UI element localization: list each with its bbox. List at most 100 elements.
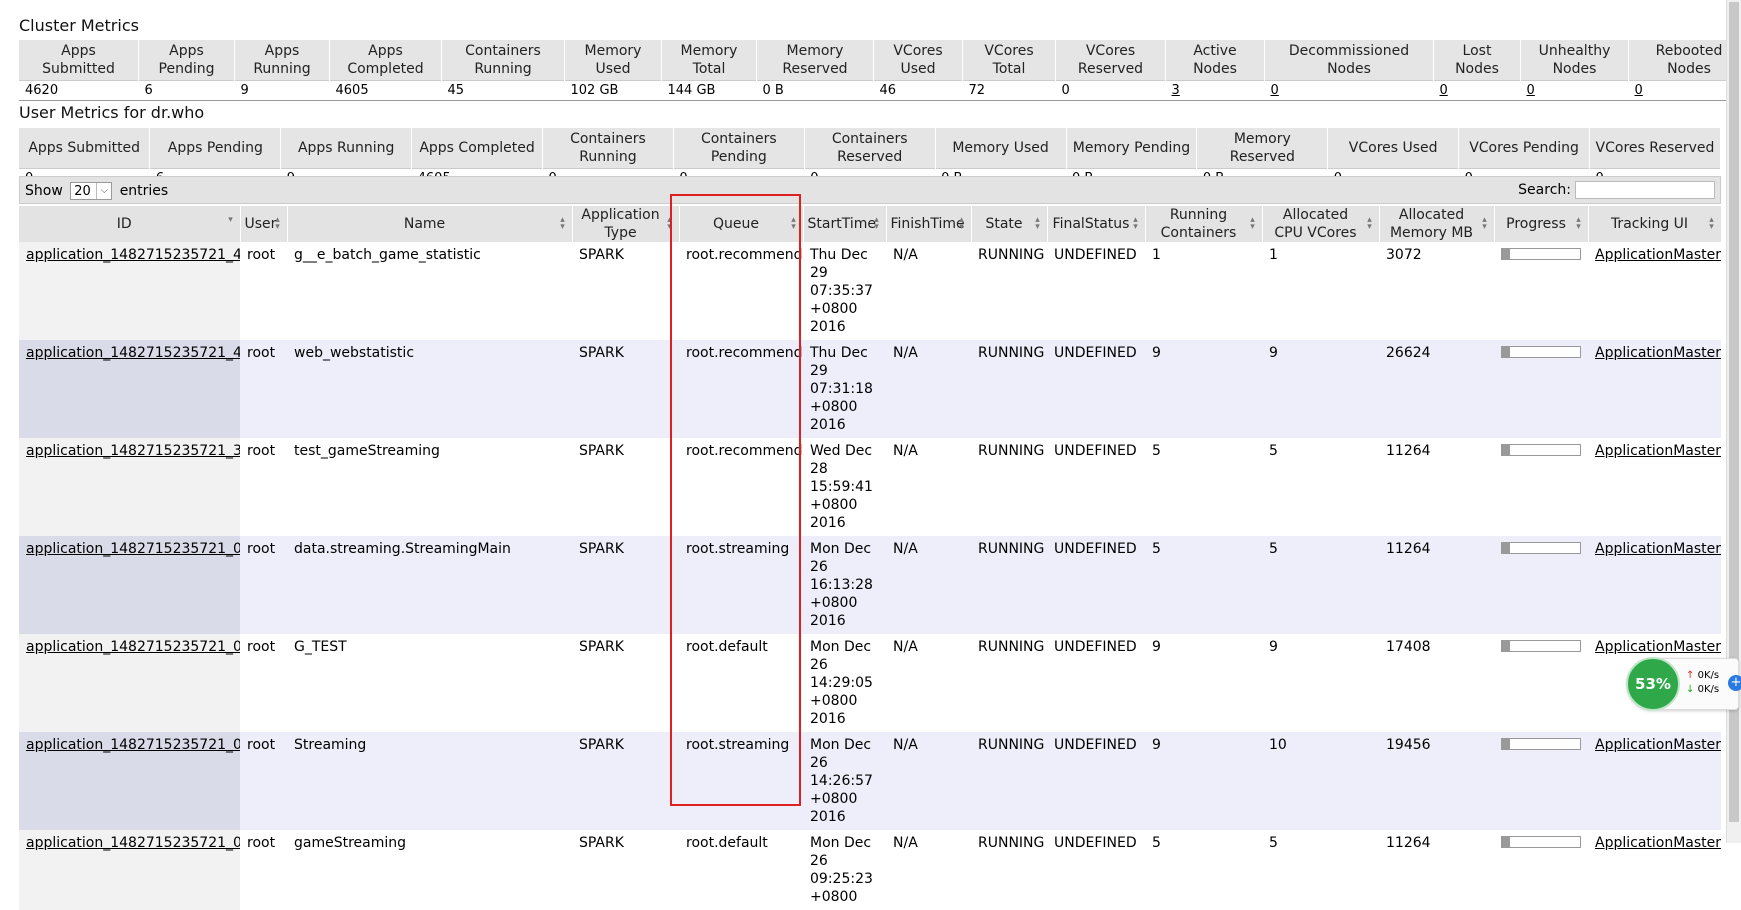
cell-start: Wed Dec 28 15:59:41 +0800 2016 [803,438,886,536]
cell-type: SPARK [572,634,679,732]
user-metric-header: Memory Reserved [1197,128,1328,169]
header-line: Unhealthy [1525,42,1624,60]
cell-queue: root.default [679,634,803,732]
column-header[interactable]: User▴▾ [240,206,287,242]
column-header[interactable]: Allocated CPU VCores▴▾ [1262,206,1379,242]
application-id-link[interactable]: application_1482715235721_0040 [26,835,240,851]
cell-containers: 9 [1145,634,1262,732]
node-count-link[interactable]: 3 [1172,83,1180,98]
cell-progress [1494,340,1588,438]
column-header[interactable]: Queue▴▾ [679,206,803,242]
application-id-link[interactable]: application_1482715235721_4426 [26,345,240,361]
cell-id: application_1482715235721_0040 [19,830,240,910]
column-header[interactable]: ID▾ [19,206,240,242]
column-header[interactable]: Name▴▾ [287,206,572,242]
cell-finish: N/A [886,732,971,830]
applications-table: ID▾User▴▾Name▴▾Application Type▴▾Queue▴▾… [19,206,1722,910]
column-header[interactable]: Running Containers▴▾ [1145,206,1262,242]
tracking-ui-link[interactable]: ApplicationMaster [1595,247,1721,263]
cluster-metric-header: ContainersRunning [442,40,565,81]
node-count-link[interactable]: 0 [1440,83,1448,98]
cell-finish: N/A [886,634,971,732]
tracking-ui-link[interactable]: ApplicationMaster [1595,443,1721,459]
cluster-metric-value: 0 B [757,81,874,101]
progress-fill [1502,249,1510,259]
application-id-link[interactable]: application_1482715235721_3527 [26,443,240,459]
entries-select[interactable]: 20⌵ [70,182,112,200]
start-time-text: Mon Dec 26 16:13:28 +0800 2016 [810,541,873,629]
tracking-ui-link[interactable]: ApplicationMaster [1595,835,1721,851]
tracking-ui-link[interactable]: ApplicationMaster [1595,737,1721,753]
tracking-ui-link[interactable]: ApplicationMaster [1595,639,1721,655]
application-id-link[interactable]: application_1482715235721_0354 [26,639,240,655]
cell-tracking: ApplicationMaster [1588,536,1721,634]
cell-final: UNDEFINED [1047,732,1145,830]
cell-state: RUNNING [971,340,1047,438]
column-header-label: Queue [713,216,759,232]
header-line: Nodes [1525,60,1624,78]
network-monitor-widget[interactable]: 53% ↑ 0K/s ↓ 0K/s + [1627,658,1739,710]
header-line: Nodes [1438,60,1516,78]
progress-bar [1501,640,1581,652]
header-line: Total [666,60,752,78]
user-metric-header: Containers Running [543,128,674,169]
plus-icon[interactable]: + [1728,675,1741,691]
table-row: application_1482715235721_0040rootgameSt… [19,830,1721,910]
progress-bar [1501,738,1581,750]
application-id-link[interactable]: application_1482715235721_0382 [26,541,240,557]
tracking-ui-link[interactable]: ApplicationMaster [1595,541,1721,557]
column-header[interactable]: State▴▾ [971,206,1047,242]
vertical-scrollbar[interactable] [1726,0,1741,843]
user-metric-header: Memory Used [935,128,1066,169]
cluster-metric-header: MemoryUsed [565,40,662,81]
cell-name: G_TEST [287,634,572,732]
start-time-text: Mon Dec 26 14:26:57 +0800 2016 [810,737,873,825]
node-count-link[interactable]: 0 [1271,83,1279,98]
search-input[interactable] [1575,181,1715,199]
user-metric-header: VCores Reserved [1590,128,1721,169]
cell-memory: 11264 [1379,438,1494,536]
node-count-link[interactable]: 0 [1635,83,1643,98]
cell-name: gameStreaming [287,830,572,910]
column-header[interactable]: Application Type▴▾ [572,206,679,242]
column-header[interactable]: Tracking UI▴▾ [1588,206,1721,242]
cluster-metric-value: 4605 [330,81,442,101]
column-header[interactable]: FinalStatus▴▾ [1047,206,1145,242]
cell-progress [1494,732,1588,830]
tracking-ui-link[interactable]: ApplicationMaster [1595,345,1721,361]
cluster-metric-header: VCoresUsed [874,40,963,81]
cell-vcores: 5 [1262,830,1379,910]
header-line: Decommissioned [1269,42,1429,60]
cluster-metric-header: ActiveNodes [1166,40,1265,81]
search-control: Search: [1518,181,1715,199]
cluster-metric-value: 0 [1056,81,1166,101]
cluster-metric-header: DecommissionedNodes [1265,40,1434,81]
progress-fill [1502,543,1510,553]
application-id-link[interactable]: application_1482715235721_0353 [26,737,240,753]
cell-user: root [240,732,287,830]
cell-progress [1494,830,1588,910]
user-metric-header: Containers Reserved [804,128,935,169]
column-header[interactable]: StartTime▴▾ [803,206,886,242]
progress-bar [1501,444,1581,456]
cell-tracking: ApplicationMaster [1588,438,1721,536]
cluster-metric-header: RebootedNodes [1629,40,1741,81]
node-count-link[interactable]: 0 [1527,83,1535,98]
cell-finish: N/A [886,340,971,438]
cell-start: Thu Dec 29 07:35:37 +0800 2016 [803,242,886,340]
user-metric-header: VCores Used [1328,128,1459,169]
header-line: Pending [143,60,230,78]
cell-final: UNDEFINED [1047,634,1145,732]
application-id-link[interactable]: application_1482715235721_4435 [26,247,240,263]
column-header[interactable]: FinishTime▴▾ [886,206,971,242]
column-header[interactable]: Allocated Memory MB▴▾ [1379,206,1494,242]
cell-type: SPARK [572,830,679,910]
cell-start: Mon Dec 26 14:26:57 +0800 2016 [803,732,886,830]
cell-type: SPARK [572,438,679,536]
cell-progress [1494,536,1588,634]
header-line: Completed [334,60,437,78]
header-line: Submitted [23,60,134,78]
column-header[interactable]: Progress▴▾ [1494,206,1588,242]
cell-final: UNDEFINED [1047,536,1145,634]
cell-user: root [240,242,287,340]
